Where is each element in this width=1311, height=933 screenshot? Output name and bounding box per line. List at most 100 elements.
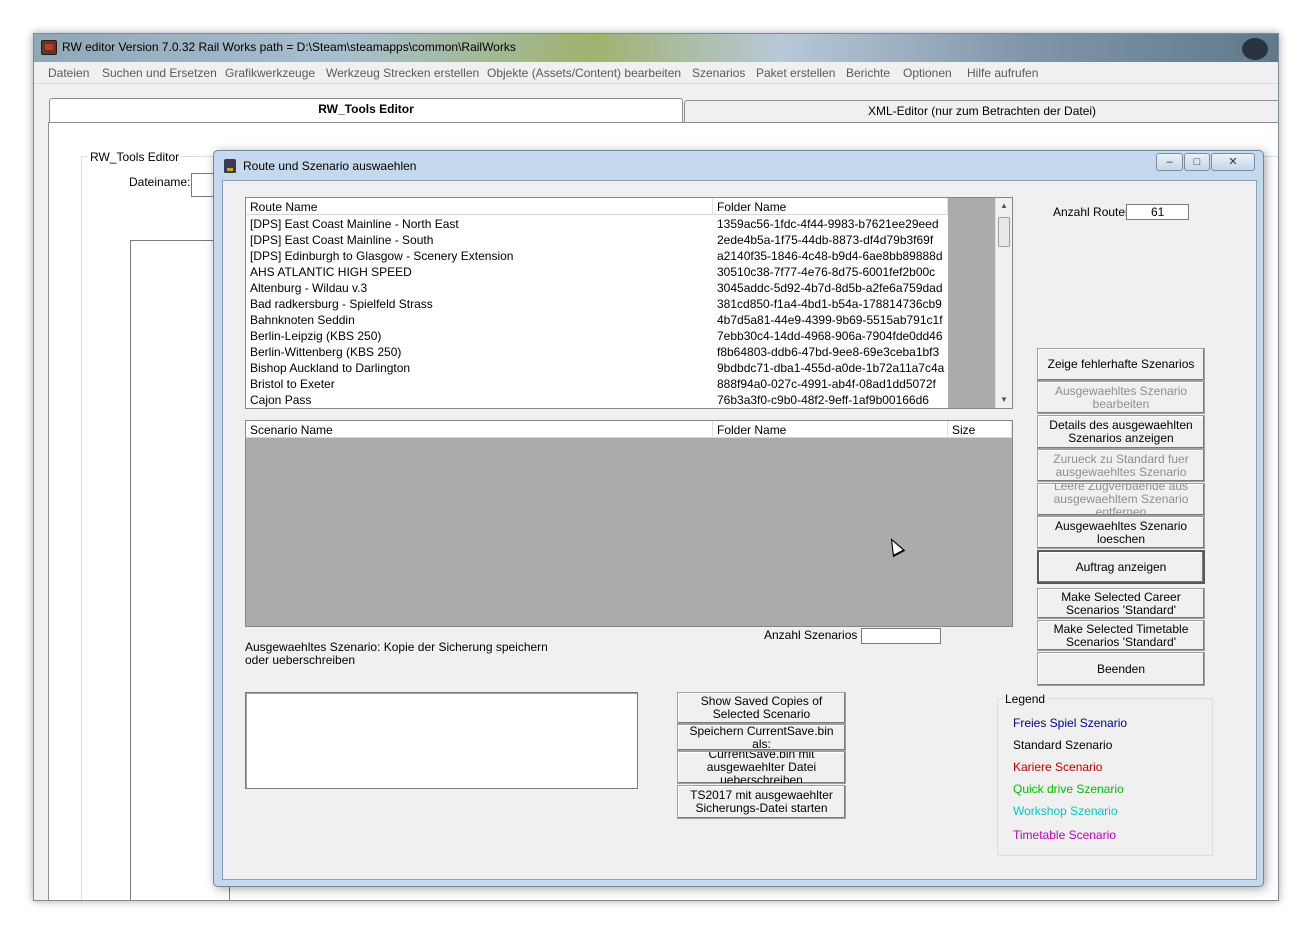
route-list-empty-area [948,198,995,408]
editor-group-label: RW_Tools Editor [88,150,182,164]
close-button[interactable]: ✕ [1211,153,1255,171]
route-folder-cell: a2140f35-1846-4c48-b9d4-6ae8bb89888d [717,249,943,263]
menu-hilfe[interactable]: Hilfe aufrufen [967,66,1038,80]
route-list[interactable]: Route Name Folder Name [DPS] East Coast … [245,197,1013,409]
route-row[interactable]: Bahnknoten Seddin 4b7d5a81-44e9-4399-9b69… [246,312,948,328]
route-row[interactable]: [DPS] East Coast Mainline - South 2ede4b5… [246,232,948,248]
scenario-list[interactable]: Scenario Name Folder Name Size [245,420,1013,627]
reset-standard-button[interactable]: Zurueck zu Standard fuer ausgewaehltes S… [1037,449,1205,482]
route-folder-cell: 7ebb30c4-14dd-4968-906a-7904fde0dd46 [717,329,943,343]
exit-button[interactable]: Beenden [1037,652,1205,686]
train-icon [224,159,236,173]
route-name-cell: [DPS] East Coast Mainline - North East [250,217,459,231]
route-row[interactable]: [DPS] East Coast Mainline - North East 13… [246,216,948,232]
show-saved-copies-button[interactable]: Show Saved Copies of Selected Scenario [677,692,846,724]
scroll-down-icon[interactable]: ▼ [996,395,1012,404]
route-name-cell: Altenburg - Wildau v.3 [250,281,368,295]
scenario-list-header: Scenario Name Folder Name Size [246,421,1012,438]
legend-title: Legend [1003,692,1048,706]
legend-item: Standard Szenario [1013,738,1113,752]
make-timetable-standard-button[interactable]: Make Selected Timetable Scenarios 'Stand… [1037,620,1205,651]
route-row[interactable]: Cajon Pass 76b3a3f0-c9b0-48f2-9eff-1af9b0… [246,392,948,408]
column-scenario-folder[interactable]: Folder Name [713,421,948,438]
minimize-button[interactable]: – [1156,153,1183,171]
make-career-standard-button[interactable]: Make Selected Career Scenarios 'Standard… [1037,588,1205,619]
route-row[interactable]: AHS ATLANTIC HIGH SPEED 30510c38-7f77-4e7… [246,264,948,280]
dialog-title-bar: Route und Szenario auswaehlen – □ ✕ [214,151,1263,179]
show-task-button[interactable]: Auftrag anzeigen [1037,550,1205,584]
route-name-cell: [DPS] East Coast Mainline - South [250,233,434,247]
route-row[interactable]: Bad radkersburg - Spielfeld Strass 381cd8… [246,296,948,312]
route-name-cell: Berlin-Leipzig (KBS 250) [250,329,382,343]
legend-item: Quick drive Szenario [1013,782,1124,796]
route-name-cell: Bad radkersburg - Spielfeld Strass [250,297,433,311]
route-count-field: 61 [1126,204,1189,220]
menu-dateien[interactable]: Dateien [48,66,89,80]
overwrite-currentsave-button[interactable]: CurrentSave.bin mit ausgewaehlter Datei … [677,751,846,784]
menu-bar: Dateien Suchen und Ersetzen Grafikwerkze… [34,62,1278,84]
route-name-cell: Bahnknoten Seddin [250,313,355,327]
route-count-label: Anzahl Routen [1053,205,1132,219]
menu-suchen[interactable]: Suchen und Ersetzen [102,66,217,80]
column-folder-name[interactable]: Folder Name [713,198,948,215]
route-folder-cell: 76b3a3f0-c9b0-48f2-9eff-1af9b00166d6 [717,393,929,407]
route-name-cell: Bishop Auckland to Darlington [250,361,411,375]
scenario-count-label: Anzahl Szenarios [764,628,858,642]
route-name-cell: Bristol to Exeter [250,377,335,391]
route-folder-cell: 3045addc-5d92-4b7d-8d5b-a2fe6a759dad [717,281,943,295]
column-size[interactable]: Size [948,421,1012,438]
menu-paket-erstellen[interactable]: Paket erstellen [756,66,835,80]
route-row[interactable]: Berlin-Leipzig (KBS 250) 7ebb30c4-14dd-49… [246,328,948,344]
route-row[interactable]: [DPS] Edinburgh to Glasgow - Scenery Ext… [246,248,948,264]
remove-empty-consists-button[interactable]: Leere Zugverbaende aus ausgewaehltem Sze… [1037,483,1205,516]
delete-scenario-button[interactable]: Ausgewaehltes Szenario loeschen [1037,516,1205,549]
legend-item: Freies Spiel Szenario [1013,716,1128,730]
scroll-up-icon[interactable]: ▲ [996,201,1012,210]
maximize-button[interactable]: □ [1184,153,1210,171]
main-title-bar: RW editor Version 7.0.32 Rail Works path… [34,34,1278,62]
route-folder-cell: 1359ac56-1fdc-4f44-9983-b7621ee29eed [717,217,939,231]
menu-objekte[interactable]: Objekte (Assets/Content) bearbeiten [487,66,681,80]
menu-grafikwerkzeuge[interactable]: Grafikwerkzeuge [225,66,315,80]
route-name-cell: AHS ATLANTIC HIGH SPEED [250,265,412,279]
column-route-name[interactable]: Route Name [246,198,713,215]
menu-szenarios[interactable]: Szenarios [692,66,745,80]
legend-item: Kariere Scenario [1013,760,1103,774]
start-ts2017-button[interactable]: TS2017 mit ausgewaehlter Sicherungs-Date… [677,785,846,819]
route-folder-cell: 888f94a0-027c-4991-ab4f-08ad1dd5072f [717,377,936,391]
legend-item: Workshop Szenario [1013,804,1118,818]
show-faulty-scenarios-button[interactable]: Zeige fehlerhafte Szenarios [1037,348,1205,381]
train-app-icon [41,40,57,55]
main-window-title: RW editor Version 7.0.32 Rail Works path… [62,40,516,54]
route-row[interactable]: Altenburg - Wildau v.3 3045addc-5d92-4b7d… [246,280,948,296]
scenario-details-button[interactable]: Details des ausgewaehlten Szenarios anze… [1037,415,1205,449]
dialog-title: Route und Szenario auswaehlen [243,159,417,173]
route-folder-cell: 2ede4b5a-1f75-44db-8873-df4d79b3f69f [717,233,934,247]
route-folder-cell: 9bdbdc71-dba1-455d-a0de-1b72a11a7c4a [717,361,945,375]
route-folder-cell: 4b7d5a81-44e9-4399-9b69-5515ab791c1f [717,313,943,327]
route-list-header: Route Name Folder Name [246,198,948,215]
menu-optionen[interactable]: Optionen [903,66,952,80]
backup-section-label: Ausgewaehltes Szenario: Kopie der Sicher… [245,640,548,667]
route-row[interactable]: Berlin-Wittenberg (KBS 250) f8b64803-ddb6… [246,344,948,360]
backup-file-textarea[interactable] [245,692,638,789]
tab-rw-tools-editor[interactable]: RW_Tools Editor [49,98,683,122]
menu-berichte[interactable]: Berichte [846,66,890,80]
route-folder-cell: 381cd850-f1a4-4bd1-b54a-178814736cb9 [717,297,942,311]
route-name-cell: [DPS] Edinburgh to Glasgow - Scenery Ext… [250,249,514,263]
edit-scenario-button[interactable]: Ausgewaehltes Szenario bearbeiten [1037,381,1205,414]
route-name-cell: Berlin-Wittenberg (KBS 250) [250,345,402,359]
route-row[interactable]: Bristol to Exeter 888f94a0-027c-4991-ab4f… [246,376,948,392]
scroll-thumb[interactable] [998,217,1010,247]
tab-xml-editor[interactable]: XML-Editor (nur zum Betrachten der Datei… [684,100,1278,122]
column-scenario-name[interactable]: Scenario Name [246,421,713,438]
route-folder-cell: 30510c38-7f77-4e76-8d75-6001fef2b00c [717,265,936,279]
scenario-count-field [861,628,941,644]
save-currentsave-button[interactable]: Speichern CurrentSave.bin als: [677,724,846,751]
legend-item: Timetable Scenario [1013,828,1116,842]
route-row[interactable]: Bishop Auckland to Darlington 9bdbdc71-db… [246,360,948,376]
route-list-scrollbar[interactable]: ▲ ▼ [995,198,1012,408]
menu-werkzeug-strecken[interactable]: Werkzeug Strecken erstellen [326,66,479,80]
title-bar-decoration [1242,38,1268,60]
route-name-cell: Cajon Pass [250,393,312,407]
